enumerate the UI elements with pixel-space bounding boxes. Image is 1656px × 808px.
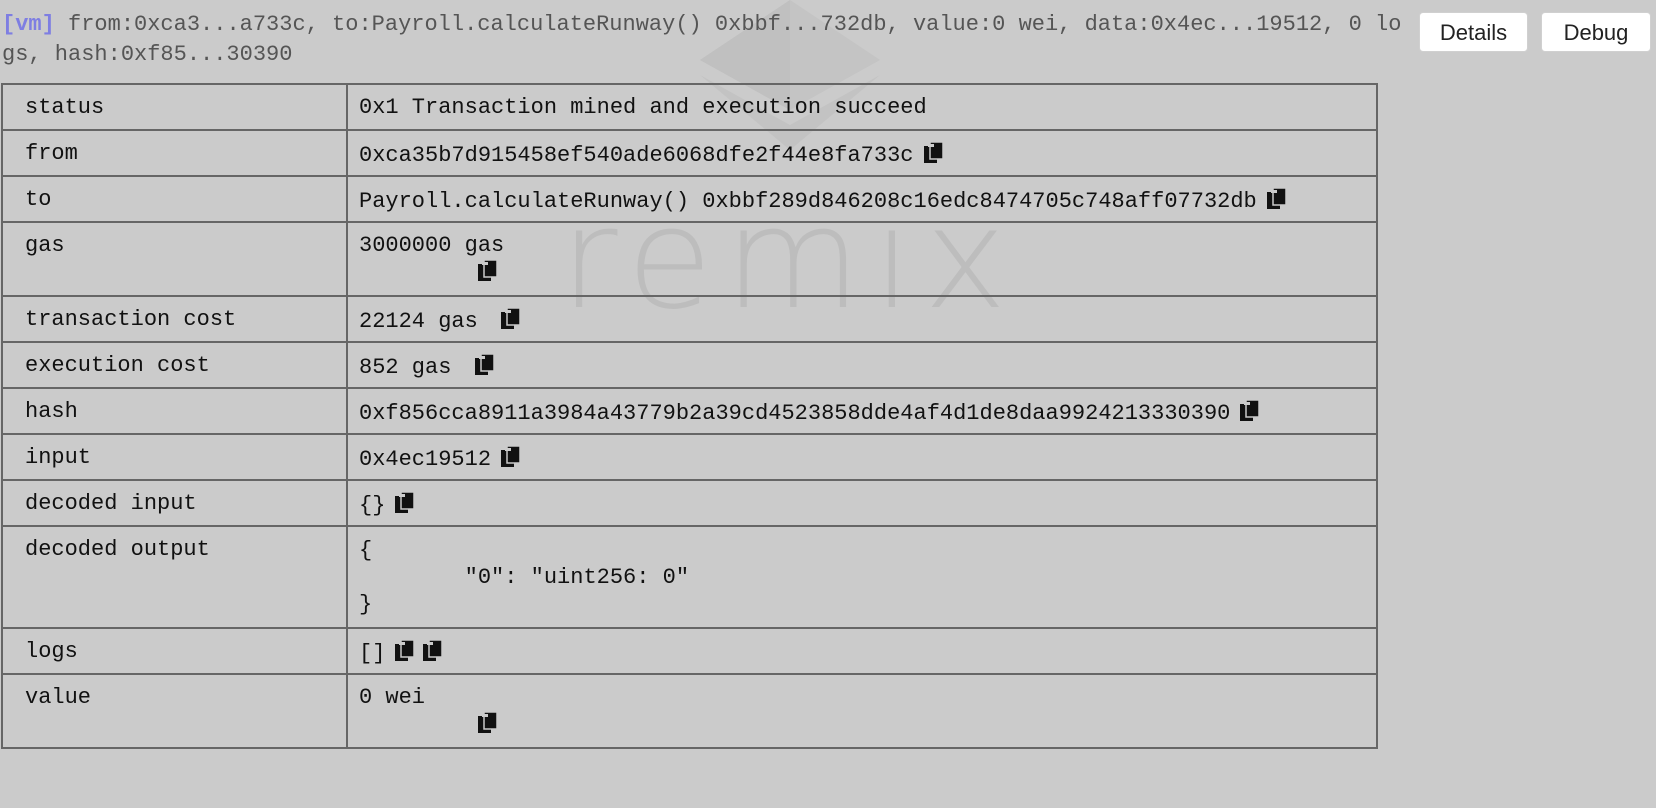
- hash-value: 0xf856cca8911a3984a43779b2a39cd4523858dd…: [359, 401, 1231, 426]
- table-row: decoded input {}: [1, 479, 1378, 527]
- to-key: to: [1, 175, 348, 223]
- gas-value: 3000000 gas: [359, 233, 505, 258]
- value-key: value: [1, 673, 348, 749]
- transaction-details-panel: remix [vm] from:0xca3...a733c, to:Payrol…: [0, 0, 1656, 808]
- execution-cost-key: execution cost: [1, 341, 348, 389]
- copy-icon[interactable]: [476, 711, 500, 735]
- execution-cost-value: 852 gas: [359, 355, 452, 380]
- input-value: 0x4ec19512: [359, 447, 492, 472]
- input-key: input: [1, 433, 348, 481]
- copy-icon[interactable]: [499, 307, 523, 331]
- table-row: input 0x4ec19512: [1, 433, 1378, 481]
- transaction-cost-value: 22124 gas: [359, 309, 478, 334]
- decoded-output-key: decoded output: [1, 525, 348, 629]
- copy-icon[interactable]: [421, 639, 445, 663]
- decoded-input-value: {}: [359, 493, 386, 518]
- summary-text: from:0xca3...a733c, to:Payroll.calculate…: [2, 12, 1402, 67]
- table-row: gas 3000000 gas: [1, 221, 1378, 297]
- logs-value: []: [359, 641, 386, 666]
- table-row: from 0xca35b7d915458ef540ade6068dfe2f44e…: [1, 129, 1378, 177]
- gas-key: gas: [1, 221, 348, 297]
- table-row: status 0x1 Transaction mined and executi…: [1, 83, 1378, 131]
- details-button[interactable]: Details: [1419, 12, 1528, 52]
- copy-icon[interactable]: [1238, 399, 1262, 423]
- from-key: from: [1, 129, 348, 177]
- table-row: logs []: [1, 627, 1378, 675]
- transaction-cost-key: transaction cost: [1, 295, 348, 343]
- from-value: 0xca35b7d915458ef540ade6068dfe2f44e8fa73…: [359, 143, 914, 168]
- copy-icon[interactable]: [1265, 187, 1289, 211]
- copy-icon[interactable]: [476, 259, 500, 283]
- table-row: transaction cost 22124 gas: [1, 295, 1378, 343]
- decoded-input-key: decoded input: [1, 479, 348, 527]
- decoded-output-value: { "0": "uint256: 0" }: [359, 538, 690, 617]
- copy-icon[interactable]: [499, 445, 523, 469]
- logs-key: logs: [1, 627, 348, 675]
- transaction-table: status 0x1 Transaction mined and executi…: [1, 83, 1378, 749]
- status-value: 0x1 Transaction mined and execution succ…: [359, 95, 927, 120]
- copy-icon[interactable]: [393, 491, 417, 515]
- transaction-summary[interactable]: [vm] from:0xca3...a733c, to:Payroll.calc…: [2, 10, 1402, 70]
- table-row: to Payroll.calculateRunway() 0xbbf289d84…: [1, 175, 1378, 223]
- copy-icon[interactable]: [922, 141, 946, 165]
- debug-button[interactable]: Debug: [1541, 12, 1651, 52]
- value-value: 0 wei: [359, 685, 426, 710]
- table-row: execution cost 852 gas: [1, 341, 1378, 389]
- table-row: hash 0xf856cca8911a3984a43779b2a39cd4523…: [1, 387, 1378, 435]
- hash-key: hash: [1, 387, 348, 435]
- to-value: Payroll.calculateRunway() 0xbbf289d84620…: [359, 189, 1257, 214]
- status-key: status: [1, 83, 348, 131]
- table-row: decoded output { "0": "uint256: 0" }: [1, 525, 1378, 629]
- copy-icon[interactable]: [473, 353, 497, 377]
- vm-tag: [vm]: [2, 12, 55, 37]
- copy-icon[interactable]: [393, 639, 417, 663]
- table-row: value 0 wei: [1, 673, 1378, 749]
